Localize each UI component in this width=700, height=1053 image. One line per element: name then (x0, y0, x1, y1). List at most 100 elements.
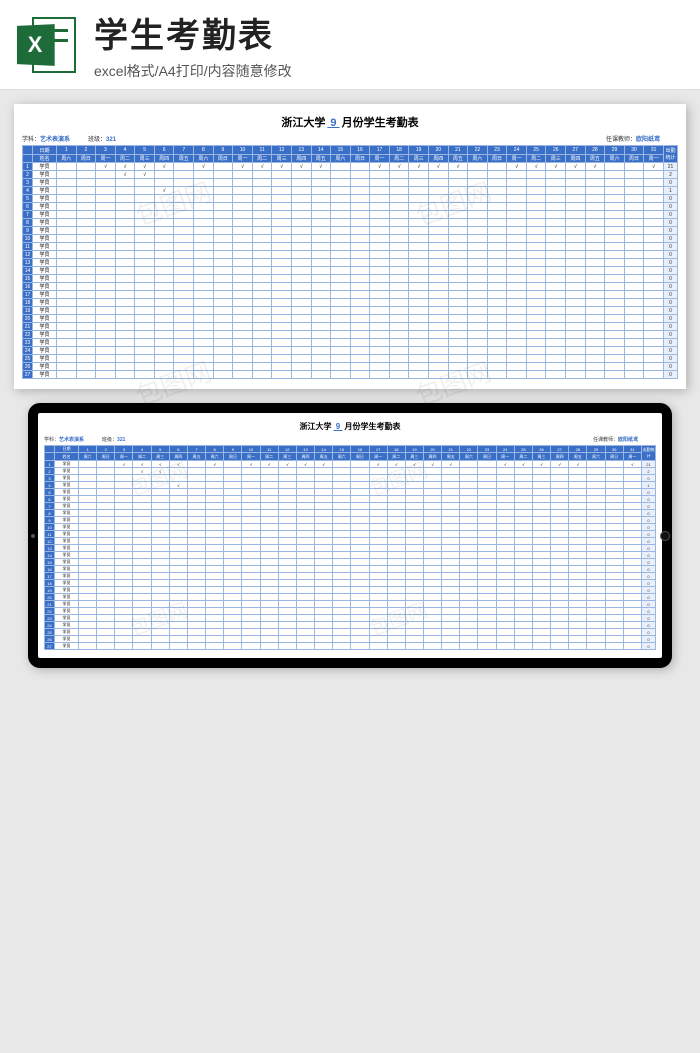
attendance-cell[interactable] (496, 475, 514, 482)
attendance-cell[interactable] (507, 267, 527, 275)
attendance-cell[interactable] (154, 307, 174, 315)
attendance-cell[interactable] (514, 538, 532, 545)
attendance-cell[interactable] (135, 219, 155, 227)
attendance-cell[interactable] (135, 363, 155, 371)
attendance-cell[interactable] (442, 482, 460, 489)
attendance-cell[interactable] (174, 243, 194, 251)
attendance-cell[interactable] (487, 211, 507, 219)
attendance-cell[interactable] (115, 496, 133, 503)
attendance-cell[interactable] (605, 243, 625, 251)
attendance-cell[interactable] (448, 283, 468, 291)
attendance-cell[interactable] (252, 187, 272, 195)
attendance-cell[interactable] (566, 331, 586, 339)
attendance-cell[interactable] (206, 482, 224, 489)
attendance-cell[interactable] (151, 566, 169, 573)
attendance-cell[interactable] (242, 559, 260, 566)
attendance-cell[interactable] (151, 573, 169, 580)
attendance-cell[interactable] (605, 496, 623, 503)
attendance-cell[interactable] (296, 517, 314, 524)
attendance-cell[interactable] (331, 363, 351, 371)
attendance-cell[interactable] (115, 531, 133, 538)
attendance-cell[interactable] (644, 315, 664, 323)
attendance-cell[interactable] (514, 482, 532, 489)
attendance-cell[interactable] (428, 307, 448, 315)
attendance-cell[interactable] (57, 211, 77, 219)
attendance-cell[interactable] (79, 559, 97, 566)
attendance-cell[interactable] (151, 559, 169, 566)
attendance-cell[interactable] (291, 235, 311, 243)
attendance-cell[interactable] (151, 489, 169, 496)
attendance-cell[interactable] (135, 187, 155, 195)
attendance-cell[interactable] (260, 608, 278, 615)
attendance-cell[interactable] (478, 531, 496, 538)
attendance-cell[interactable] (194, 331, 214, 339)
attendance-cell[interactable] (187, 531, 205, 538)
attendance-cell[interactable] (496, 580, 514, 587)
attendance-cell[interactable] (624, 339, 644, 347)
attendance-cell[interactable] (448, 203, 468, 211)
attendance-cell[interactable] (224, 615, 242, 622)
attendance-cell[interactable] (389, 331, 409, 339)
attendance-cell[interactable] (224, 496, 242, 503)
attendance-cell[interactable] (551, 475, 569, 482)
attendance-cell[interactable] (623, 601, 641, 608)
attendance-cell[interactable] (252, 195, 272, 203)
attendance-cell[interactable] (405, 496, 423, 503)
attendance-cell[interactable] (187, 552, 205, 559)
attendance-cell[interactable] (242, 468, 260, 475)
attendance-cell[interactable] (315, 573, 333, 580)
attendance-cell[interactable] (624, 171, 644, 179)
attendance-cell[interactable] (242, 587, 260, 594)
attendance-cell[interactable] (387, 608, 405, 615)
attendance-cell[interactable] (194, 251, 214, 259)
attendance-cell[interactable] (135, 259, 155, 267)
attendance-cell[interactable] (296, 573, 314, 580)
attendance-cell[interactable] (514, 545, 532, 552)
attendance-cell[interactable] (333, 524, 351, 531)
attendance-cell[interactable] (252, 299, 272, 307)
attendance-cell[interactable] (487, 275, 507, 283)
attendance-cell[interactable] (623, 503, 641, 510)
attendance-cell[interactable] (624, 315, 644, 323)
attendance-cell[interactable] (468, 307, 488, 315)
attendance-cell[interactable] (57, 195, 77, 203)
attendance-cell[interactable] (351, 461, 369, 468)
attendance-cell[interactable] (278, 608, 296, 615)
attendance-cell[interactable] (291, 283, 311, 291)
attendance-cell[interactable] (315, 601, 333, 608)
attendance-cell[interactable] (442, 531, 460, 538)
attendance-cell[interactable]: √ (291, 163, 311, 171)
attendance-cell[interactable] (405, 517, 423, 524)
attendance-cell[interactable] (387, 559, 405, 566)
attendance-cell[interactable] (278, 601, 296, 608)
attendance-cell[interactable] (460, 601, 478, 608)
attendance-cell[interactable] (272, 355, 292, 363)
attendance-cell[interactable] (644, 347, 664, 355)
attendance-cell[interactable] (213, 363, 233, 371)
attendance-cell[interactable] (389, 267, 409, 275)
attendance-cell[interactable] (194, 299, 214, 307)
attendance-cell[interactable] (569, 531, 587, 538)
attendance-cell[interactable] (169, 489, 187, 496)
attendance-cell[interactable] (514, 510, 532, 517)
attendance-cell[interactable] (97, 510, 115, 517)
attendance-cell[interactable] (291, 363, 311, 371)
attendance-cell[interactable] (514, 468, 532, 475)
attendance-cell[interactable] (405, 594, 423, 601)
attendance-cell[interactable] (569, 573, 587, 580)
attendance-cell[interactable] (315, 552, 333, 559)
attendance-cell[interactable] (272, 363, 292, 371)
attendance-cell[interactable] (169, 594, 187, 601)
attendance-cell[interactable] (448, 307, 468, 315)
attendance-cell[interactable] (278, 552, 296, 559)
attendance-cell[interactable] (76, 211, 96, 219)
attendance-cell[interactable] (174, 163, 194, 171)
attendance-cell[interactable] (389, 339, 409, 347)
attendance-cell[interactable] (387, 566, 405, 573)
attendance-cell[interactable] (115, 355, 135, 363)
attendance-cell[interactable] (389, 299, 409, 307)
attendance-cell[interactable] (115, 267, 135, 275)
attendance-cell[interactable] (97, 559, 115, 566)
attendance-cell[interactable] (206, 629, 224, 636)
attendance-cell[interactable] (311, 363, 331, 371)
